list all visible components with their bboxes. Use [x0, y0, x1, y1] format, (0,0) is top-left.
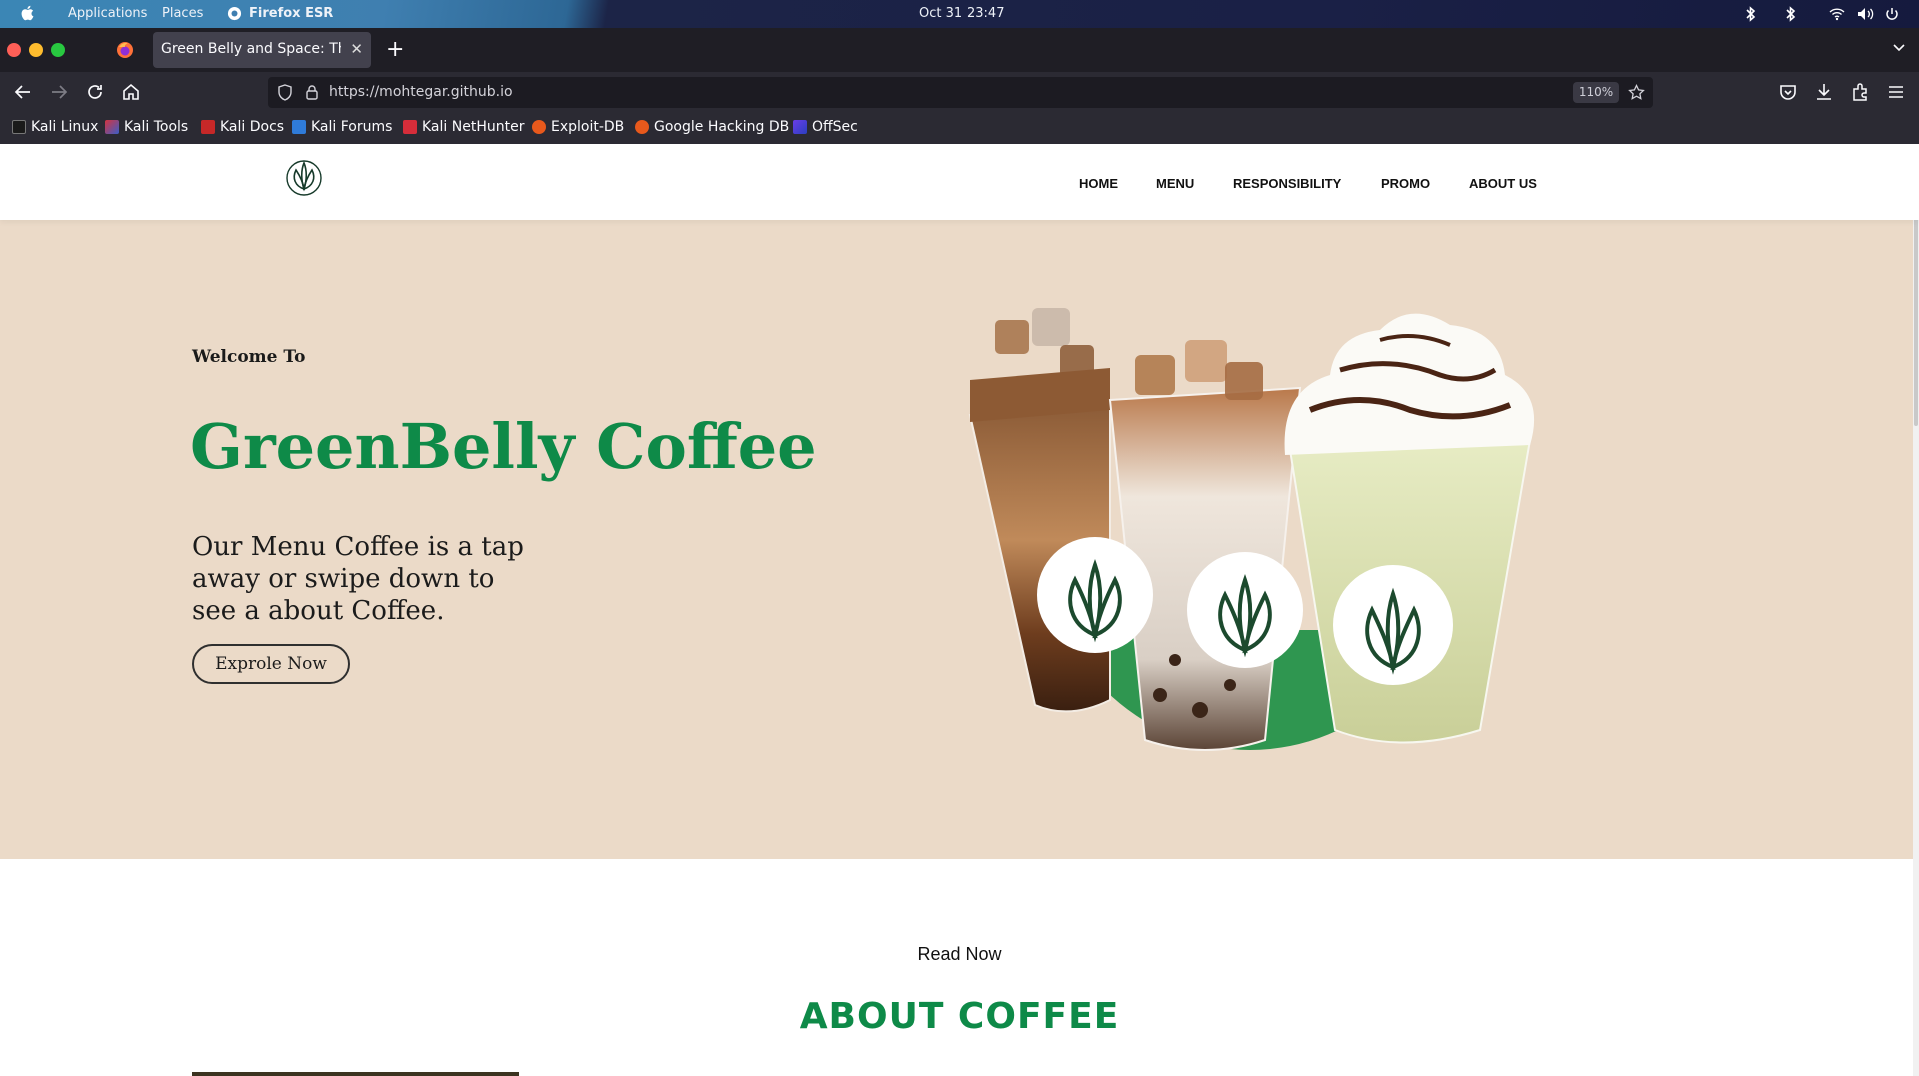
reload-icon[interactable] — [84, 81, 106, 103]
greenbelly-leaf-logo-icon[interactable] — [285, 158, 323, 196]
bookmark-label: Kali NetHunter — [422, 119, 525, 135]
list-all-tabs-icon[interactable] — [1892, 42, 1906, 54]
bookmark-label: Kali Docs — [220, 119, 285, 135]
clock-date[interactable]: Oct 31 — [919, 6, 962, 21]
section-kicker: Read Now — [917, 944, 1002, 964]
zoom-indicator[interactable]: 110% — [1573, 82, 1619, 103]
exploit-db-icon — [532, 120, 546, 134]
new-tab-button[interactable]: + — [386, 36, 404, 64]
page-scrollbar[interactable] — [1913, 144, 1919, 1076]
offsec-icon — [793, 120, 807, 134]
bookmark-kali-forums[interactable]: Kali Forums — [292, 119, 392, 135]
kali-forums-icon — [292, 120, 306, 134]
firefox-view-icon[interactable] — [116, 41, 134, 59]
wifi-icon[interactable] — [1829, 7, 1845, 21]
tab-active[interactable]: Green Belly and Space: The B ✕ — [153, 32, 371, 68]
extensions-icon[interactable] — [1849, 81, 1871, 103]
kali-tools-icon — [105, 120, 119, 134]
pocket-icon[interactable] — [1777, 81, 1799, 103]
url-bar[interactable]: https://mohtegar.github.io 110% — [268, 77, 1653, 108]
cup-leaf-logo-icon — [1187, 552, 1303, 668]
app-menu-icon[interactable] — [1885, 81, 1907, 103]
cup-leaf-logo-icon — [1333, 565, 1453, 685]
kali-dragon-icon — [12, 120, 26, 134]
iced-coffee-drinks-image — [968, 300, 1535, 751]
power-icon[interactable] — [1885, 7, 1899, 21]
window-maximize-button[interactable] — [51, 43, 65, 57]
firefox-small-icon — [227, 6, 242, 21]
nav-about-us[interactable]: ABOUT US — [1469, 176, 1537, 191]
forward-icon[interactable] — [48, 81, 70, 103]
cup-leaf-logo-icon — [1037, 537, 1153, 653]
nethunter-icon — [403, 120, 417, 134]
tab-close-icon[interactable]: ✕ — [350, 40, 363, 58]
bookmark-label: Kali Forums — [311, 119, 393, 135]
bookmark-star-icon[interactable] — [1628, 84, 1645, 101]
bookmark-kali-nethunter[interactable]: Kali NetHunter — [403, 119, 524, 135]
bookmarks-toolbar: Kali Linux Kali Tools Kali Docs Kali For… — [0, 112, 1919, 144]
bookmark-kali-docs[interactable]: Kali Docs — [201, 119, 284, 135]
nav-promo[interactable]: PROMO — [1381, 176, 1430, 191]
back-icon[interactable] — [12, 81, 34, 103]
tab-title: Green Belly and Space: The B — [161, 41, 341, 57]
bookmark-kali-tools[interactable]: Kali Tools — [105, 119, 188, 135]
url-text[interactable]: https://mohtegar.github.io — [329, 84, 513, 100]
bluetooth-icon[interactable] — [1745, 6, 1757, 22]
kali-docs-icon — [201, 120, 215, 134]
bookmark-label: Exploit-DB — [551, 119, 625, 135]
web-page-viewport: HOME MENU RESPONSIBILITY PROMO ABOUT US … — [0, 144, 1919, 1076]
hero-subtitle: Our Menu Coffee is a tap away or swipe d… — [192, 532, 524, 626]
os-top-bar: Applications Places Firefox ESR Oct 31 2… — [0, 0, 1919, 28]
ghdb-icon — [635, 120, 649, 134]
hero-section: Welcome To GreenBelly Coffee Our Menu Co… — [0, 220, 1919, 859]
downloads-icon[interactable] — [1813, 81, 1835, 103]
window-minimize-button[interactable] — [29, 43, 43, 57]
bookmark-kali-linux[interactable]: Kali Linux — [12, 119, 98, 135]
volume-icon[interactable] — [1857, 7, 1875, 21]
lock-icon[interactable] — [305, 84, 319, 101]
bookmark-label: Kali Linux — [31, 119, 99, 135]
home-icon[interactable] — [120, 81, 142, 103]
bookmark-label: Kali Tools — [124, 119, 189, 135]
nav-menu[interactable]: MENU — [1156, 176, 1194, 191]
bookmark-exploit-db[interactable]: Exploit-DB — [532, 119, 624, 135]
applications-menu[interactable]: Applications — [68, 6, 147, 21]
bookmark-label: Google Hacking DB — [654, 119, 790, 135]
hero-title: GreenBelly Coffee — [190, 410, 817, 483]
clock-time[interactable]: 23:47 — [967, 6, 1004, 21]
active-app-label[interactable]: Firefox ESR — [249, 6, 333, 21]
nav-home[interactable]: HOME — [1079, 176, 1118, 191]
bluetooth-icon-2[interactable] — [1785, 6, 1797, 22]
window-close-button[interactable] — [7, 43, 21, 57]
places-menu[interactable]: Places — [162, 6, 203, 21]
bookmark-label: OffSec — [812, 119, 858, 135]
apple-menu-icon[interactable] — [18, 3, 38, 23]
tracking-protection-shield-icon[interactable] — [277, 84, 293, 101]
about-coffee-image-top-edge — [192, 1072, 519, 1076]
bookmark-google-hacking-db[interactable]: Google Hacking DB — [635, 119, 789, 135]
hero-welcome: Welcome To — [192, 347, 306, 367]
explore-now-button[interactable]: Exprole Now — [192, 644, 350, 684]
about-coffee-heading: ABOUT COFFEE — [799, 996, 1120, 1037]
bookmark-offsec[interactable]: OffSec — [793, 119, 858, 135]
site-header: HOME MENU RESPONSIBILITY PROMO ABOUT US — [0, 144, 1919, 220]
nav-responsibility[interactable]: RESPONSIBILITY — [1233, 176, 1341, 191]
